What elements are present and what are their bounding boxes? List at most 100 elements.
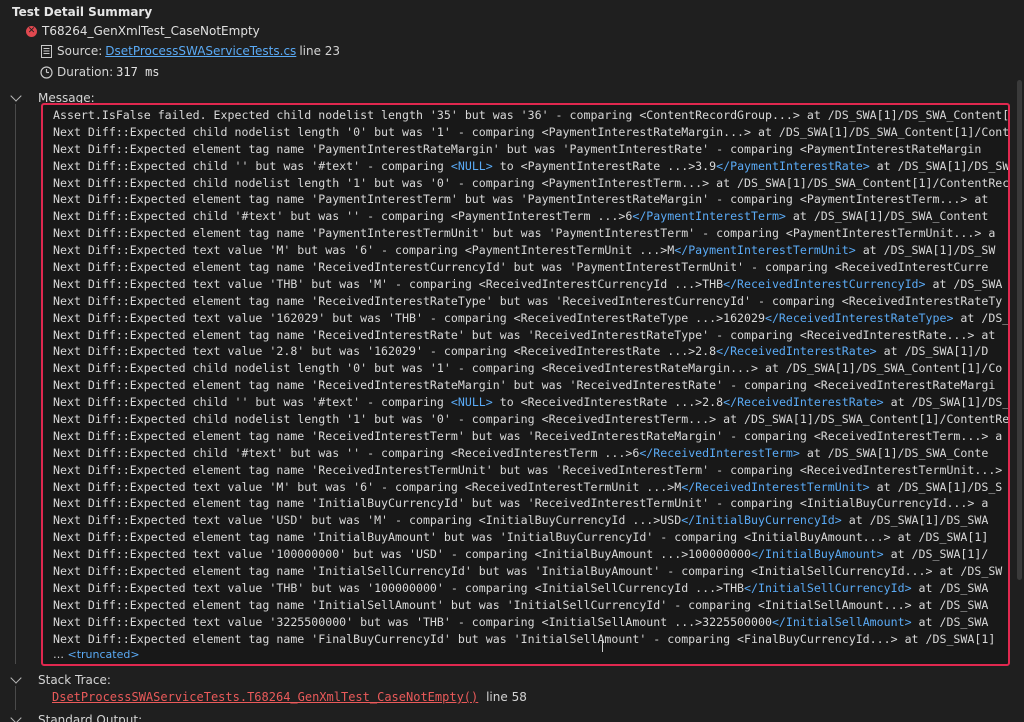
message-segment: Next Diff::Expected element tag name 'Re… (53, 260, 989, 275)
message-tag-segment: <NULL> (450, 395, 493, 410)
test-detail-summary-panel: Test Detail Summary ✕ T68264_GenXmlTest_… (0, 0, 1024, 722)
message-segment: Next Diff::Expected element tag name 'Re… (53, 327, 996, 342)
message-line: Next Diff::Expected child nodelist lengt… (53, 411, 1008, 428)
message-segment: Next Diff::Expected text value 'USD' but… (53, 513, 682, 528)
message-line: Next Diff::Expected element tag name 'In… (53, 563, 1008, 580)
message-tag-segment: </InitialSellAmount> (771, 614, 912, 629)
message-segment: at /DS_SWA (925, 276, 1003, 291)
message-line: Next Diff::Expected child nodelist lengt… (53, 175, 1008, 192)
message-segment: Next Diff::Expected child '#text' but wa… (53, 209, 633, 224)
message-segment: Next Diff::Expected element tag name 'In… (53, 597, 989, 612)
source-row: Source: DsetProcessSWAServiceTests.cs li… (40, 44, 340, 58)
message-segment: at /DS_SWA[1]/DS_ (883, 395, 1008, 410)
truncated-link[interactable]: <truncated> (68, 648, 140, 661)
source-line: line 23 (299, 44, 341, 58)
message-line: Next Diff::Expected element tag name 'Pa… (53, 141, 1008, 158)
message-segment: Next Diff::Expected element tag name 'Pa… (53, 141, 982, 156)
message-tag-segment: </ReceivedInterestRateType> (764, 310, 954, 325)
message-segment: to <PaymentInterestRate ...>3.9 (492, 158, 717, 173)
message-tag-segment: </PaymentInterestRate> (716, 158, 870, 173)
message-line: Next Diff::Expected element tag name 'Re… (53, 293, 1008, 310)
file-icon (40, 44, 53, 58)
message-tag-segment: </InitialBuyAmount> (751, 547, 884, 562)
message-line: Next Diff::Expected element tag name 'Re… (53, 259, 1008, 276)
message-tag-segment: </PaymentInterestTerm> (632, 209, 786, 224)
message-segment: Next Diff::Expected element tag name 'In… (53, 530, 989, 545)
source-file-link[interactable]: DsetProcessSWAServiceTests.cs (105, 44, 296, 58)
message-segment: to <ReceivedInterestRate ...>2.8 (492, 395, 724, 410)
scrollbar-thumb[interactable] (1017, 80, 1022, 580)
message-tag-segment: </ReceivedInterestTerm> (639, 445, 800, 460)
message-segment: Next Diff::Expected element tag name 'In… (53, 496, 989, 511)
message-line: Next Diff::Expected text value 'THB' but… (53, 276, 1008, 293)
message-box[interactable]: Assert.IsFalse failed. Expected child no… (41, 103, 1010, 666)
duration-label: Duration: (57, 65, 114, 79)
message-segment: Next Diff::Expected child nodelist lengt… (53, 124, 1008, 139)
message-line: Next Diff::Expected element tag name 'In… (53, 597, 1008, 614)
message-tag-segment: </InitialSellCurrencyId> (744, 580, 912, 595)
message-line: Next Diff::Expected text value 'USD' but… (53, 512, 1008, 529)
message-segment: Next Diff::Expected child nodelist lengt… (53, 412, 1008, 427)
message-line: Next Diff::Expected child '#text' but wa… (53, 445, 1008, 462)
message-tag-segment: </ReceivedInterestTermUnit> (681, 479, 870, 494)
message-segment: Next Diff::Expected element tag name 'Pa… (53, 226, 996, 241)
message-line: Next Diff::Expected element tag name 'In… (53, 529, 1008, 546)
message-segment: at /DS_SWA (911, 614, 989, 629)
message-line: Assert.IsFalse failed. Expected child no… (53, 107, 1008, 124)
message-segment: Next Diff::Expected text value 'M' but w… (53, 479, 682, 494)
truncated-row: … <truncated> (53, 648, 140, 661)
failed-icon: ✕ (26, 25, 37, 37)
message-segment: at /DS_SWA[1]/DS_SWA_Content (785, 209, 989, 224)
message-line: Next Diff::Expected text value '162029' … (53, 310, 1008, 327)
message-collapse-chevron-icon[interactable] (10, 90, 22, 102)
stdout-collapse-chevron-icon[interactable] (10, 712, 22, 722)
message-line: Next Diff::Expected child nodelist lengt… (53, 124, 1008, 141)
stack-trace-link[interactable]: DsetProcessSWAServiceTests.T68264_GenXml… (52, 690, 478, 704)
stack-trace-collapse-chevron-icon[interactable] (10, 672, 22, 684)
clock-icon (40, 65, 53, 79)
message-segment: Next Diff::Expected element tag name 'Re… (53, 378, 996, 393)
message-segment: Next Diff::Expected text value 'M' but w… (53, 243, 675, 258)
message-tag-segment: </ReceivedInterestRate> (723, 395, 884, 410)
stack-trace-section-guide (15, 686, 16, 710)
message-text: Assert.IsFalse failed. Expected child no… (43, 105, 1008, 648)
message-segment: Next Diff::Expected text value 'THB' but… (53, 276, 724, 291)
message-line: Next Diff::Expected text value 'THB' but… (53, 580, 1008, 597)
message-segment: Assert.IsFalse failed. Expected child no… (53, 108, 1008, 122)
message-segment: Next Diff::Expected element tag name 'Fi… (53, 631, 996, 646)
message-segment: Next Diff::Expected child '#text' but wa… (53, 445, 640, 460)
message-tag-segment: </PaymentInterestTermUnit> (674, 243, 856, 258)
message-line: Next Diff::Expected text value '2.8' but… (53, 343, 1008, 360)
message-tag-segment: </ReceivedInterestCurrencyId> (723, 276, 926, 291)
message-segment: at /DS_S (960, 310, 1008, 325)
message-segment: Next Diff::Expected child nodelist lengt… (53, 175, 1008, 190)
panel-scrollbar[interactable] (1014, 0, 1024, 722)
message-segment: Next Diff::Expected text value '32255000… (53, 614, 772, 629)
text-cursor (602, 640, 603, 652)
stdout-label: Standard Output: (38, 713, 143, 722)
truncated-ellipsis: … (53, 648, 64, 661)
message-segment: Next Diff::Expected element tag name 'In… (53, 564, 1003, 579)
message-line: Next Diff::Expected element tag name 'Re… (53, 428, 1008, 445)
duration-value: 317 ms (116, 65, 160, 79)
message-line: Next Diff::Expected child '' but was '#t… (53, 394, 1008, 411)
message-line: Next Diff::Expected text value '32255000… (53, 614, 1008, 631)
message-tag-segment: </InitialBuyCurrencyId> (681, 513, 842, 528)
message-segment: Next Diff::Expected child nodelist lengt… (53, 361, 1003, 376)
message-line: Next Diff::Expected element tag name 'Re… (53, 327, 1008, 344)
message-section-guide (15, 104, 16, 664)
message-tag-segment: </ReceivedInterestRate> (716, 344, 877, 359)
message-segment: Next Diff::Expected text value '162029' … (53, 310, 765, 325)
source-label: Source: (57, 44, 103, 58)
message-line: Next Diff::Expected text value '10000000… (53, 546, 1008, 563)
message-segment: at /DS_SWA[1]/DS_SWA (841, 513, 989, 528)
message-segment: Next Diff::Expected element tag name 'Pa… (53, 192, 989, 207)
message-line: Next Diff::Expected element tag name 'Re… (53, 377, 1008, 394)
message-line: Next Diff::Expected element tag name 'In… (53, 495, 1008, 512)
message-segment: Next Diff::Expected text value '2.8' but… (53, 344, 717, 359)
message-segment: at /DS_SWA[1]/DS_SW (855, 243, 996, 258)
message-segment: Next Diff::Expected text value 'THB' but… (53, 580, 745, 595)
message-line: Next Diff::Expected text value 'M' but w… (53, 479, 1008, 496)
message-line: Next Diff::Expected element tag name 'Fi… (53, 631, 1008, 648)
test-name-row: ✕ T68264_GenXmlTest_CaseNotEmpty (26, 24, 260, 38)
